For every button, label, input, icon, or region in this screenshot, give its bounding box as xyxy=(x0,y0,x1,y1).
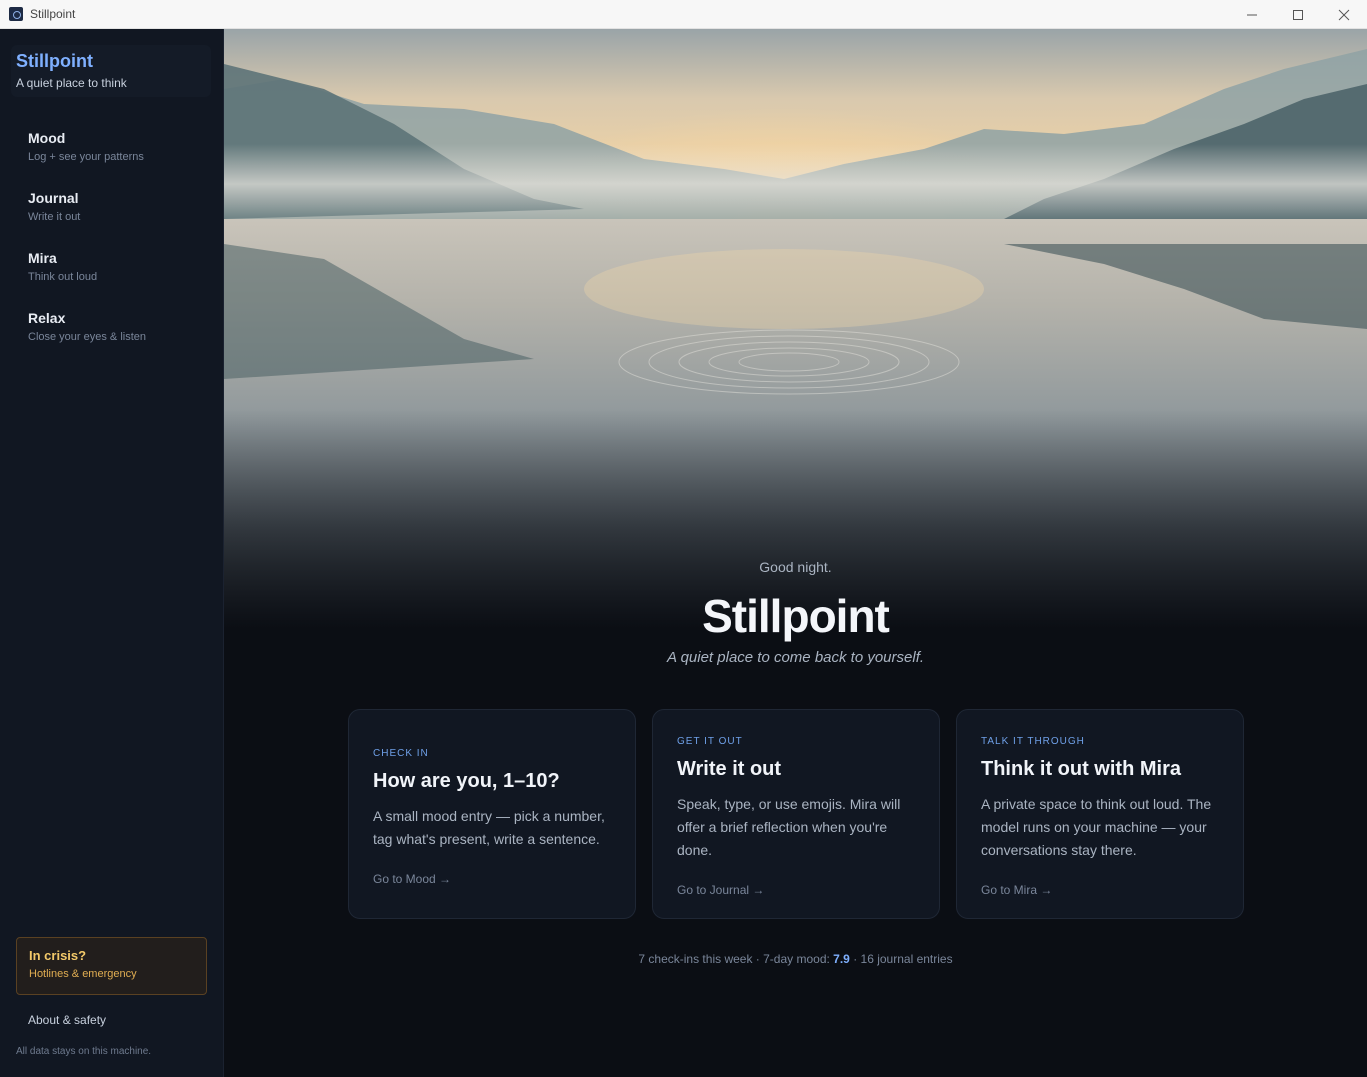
sidebar-item-label: Journal xyxy=(28,190,79,206)
sidebar-item-label: Mood xyxy=(28,130,66,146)
stats-separator: · xyxy=(849,952,861,966)
mood-label: 7-day mood: xyxy=(763,952,834,966)
sidebar-item-label: Mira xyxy=(28,250,57,266)
crisis-subtitle: Hotlines & emergency xyxy=(29,968,137,980)
card-eyebrow: CHECK IN xyxy=(373,748,429,759)
crisis-button[interactable]: In crisis? Hotlines & emergency xyxy=(16,937,207,995)
sidebar-item-journal[interactable]: Journal Write it out xyxy=(28,190,208,250)
action-cards: CHECK IN How are you, 1–10? A small mood… xyxy=(348,709,1244,919)
close-icon xyxy=(1338,9,1350,20)
minimize-icon xyxy=(1247,14,1257,15)
sidebar-item-label: Relax xyxy=(28,310,66,326)
card-check-in[interactable]: CHECK IN How are you, 1–10? A small mood… xyxy=(348,709,636,919)
sidebar-item-sub: Log + see your patterns xyxy=(28,151,144,163)
title-bar: Stillpoint xyxy=(0,0,1367,29)
window-controls xyxy=(1229,0,1367,29)
checkins-count: 7 check-ins this week xyxy=(638,952,753,966)
maximize-button[interactable] xyxy=(1275,0,1321,29)
crisis-title: In crisis? xyxy=(29,948,87,963)
brand-tagline: A quiet place to think xyxy=(16,76,127,90)
maximize-icon xyxy=(1293,9,1303,20)
close-button[interactable] xyxy=(1321,0,1367,29)
sidebar-item-mira[interactable]: Mira Think out loud xyxy=(28,250,208,310)
card-talk-with-mira[interactable]: TALK IT THROUGH Think it out with Mira A… xyxy=(956,709,1244,919)
card-write-it-out[interactable]: GET IT OUT Write it out Speak, type, or … xyxy=(652,709,940,919)
brand-name: Stillpoint xyxy=(16,51,93,71)
page-title: Stillpoint xyxy=(702,590,890,642)
card-title: Write it out xyxy=(677,758,782,780)
main-content: Good night. Stillpoint A quiet place to … xyxy=(224,29,1367,1077)
stats-separator: · xyxy=(752,952,764,966)
about-safety-link[interactable]: About & safety xyxy=(28,1013,106,1027)
card-description: A private space to think out loud. The m… xyxy=(981,796,1212,858)
page-tagline: A quiet place to come back to yourself. xyxy=(666,649,925,666)
card-eyebrow: TALK IT THROUGH xyxy=(981,736,1085,747)
sidebar-item-sub: Think out loud xyxy=(28,271,98,283)
sidebar-nav: Mood Log + see your patterns Journal Wri… xyxy=(28,130,208,370)
sidebar-item-mood[interactable]: Mood Log + see your patterns xyxy=(28,130,208,190)
go-to-mood-link[interactable]: Go to Mood → xyxy=(373,872,611,886)
sidebar-brand[interactable]: Stillpoint A quiet place to think xyxy=(11,45,211,97)
hero-image xyxy=(224,29,1367,629)
go-to-journal-link[interactable]: Go to Journal → xyxy=(677,883,915,897)
sidebar-item-relax[interactable]: Relax Close your eyes & listen xyxy=(28,310,208,370)
journal-count: 16 journal entries xyxy=(860,952,953,966)
sidebar: Stillpoint A quiet place to think Mood L… xyxy=(0,29,224,1077)
minimize-button[interactable] xyxy=(1229,0,1275,29)
weekly-stats: 7 check-ins this week · 7-day mood: 7.9 … xyxy=(224,952,1367,966)
app-logo-icon xyxy=(9,7,23,21)
sidebar-item-sub: Close your eyes & listen xyxy=(28,331,146,343)
go-to-mira-link[interactable]: Go to Mira → xyxy=(981,883,1219,897)
greeting: Good night. xyxy=(759,559,832,575)
card-description: A small mood entry — pick a number, tag … xyxy=(373,808,605,847)
window-title: Stillpoint xyxy=(30,7,76,21)
card-title: Think it out with Mira xyxy=(981,758,1181,780)
sidebar-item-sub: Write it out xyxy=(28,211,81,223)
privacy-note: All data stays on this machine. xyxy=(16,1046,152,1057)
card-description: Speak, type, or use emojis. Mira will of… xyxy=(677,796,901,858)
card-eyebrow: GET IT OUT xyxy=(677,736,743,747)
lake-landscape-image xyxy=(224,29,1367,629)
mood-value: 7.9 xyxy=(833,952,850,966)
card-title: How are you, 1–10? xyxy=(373,770,560,792)
